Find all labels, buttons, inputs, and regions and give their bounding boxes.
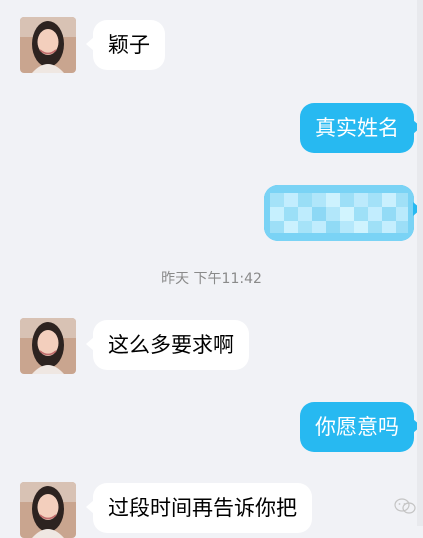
wechat-icon (394, 498, 416, 514)
timestamp-divider: 昨天 下午11:42 (161, 271, 262, 287)
message-bubble-outgoing[interactable]: 真实姓名 (300, 103, 421, 153)
message-text: 这么多要求啊 (108, 333, 234, 357)
pixelated-redaction-icon (264, 185, 414, 241)
contact-avatar[interactable] (20, 482, 76, 538)
message-text: 你愿意吗 (315, 415, 399, 439)
message-bubble-outgoing[interactable]: 你愿意吗 (300, 402, 421, 452)
avatar-photo-icon (20, 482, 76, 538)
chat-window: 颖子 真实姓名 昨天 下午11:42 这么多要求啊 你愿意吗 过段时间再告诉你把 (0, 0, 423, 538)
message-text: 过段时间再告诉你把 (108, 496, 297, 520)
message-text: 颖子 (108, 33, 150, 57)
message-bubble-incoming[interactable]: 这么多要求啊 (86, 320, 249, 370)
redacted-message-bubble[interactable] (264, 185, 421, 241)
message-bubble-incoming[interactable]: 颖子 (86, 20, 165, 70)
avatar-photo-icon (20, 17, 76, 73)
contact-avatar[interactable] (20, 318, 76, 374)
avatar-photo-icon (20, 318, 76, 374)
window-edge (417, 0, 423, 526)
message-text: 真实姓名 (315, 116, 399, 140)
contact-avatar[interactable] (20, 17, 76, 73)
